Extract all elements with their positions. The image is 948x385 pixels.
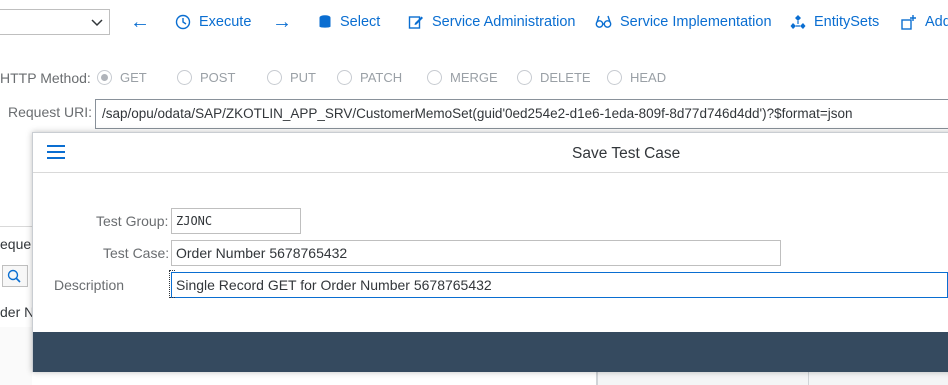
radio-put[interactable]: PUT bbox=[267, 70, 316, 85]
search-icon bbox=[7, 269, 21, 283]
chevron-down-icon[interactable] bbox=[89, 14, 105, 30]
http-method-label: HTTP Method: bbox=[0, 70, 91, 86]
add-button[interactable]: Add bbox=[901, 0, 948, 44]
description-label: Description bbox=[54, 277, 125, 293]
radio-get[interactable]: GET bbox=[97, 70, 147, 85]
entitysets-label: EntitySets bbox=[814, 14, 880, 30]
dialog-title: Save Test Case bbox=[572, 145, 681, 162]
radio-merge[interactable]: MERGE bbox=[427, 70, 498, 85]
radio-post[interactable]: POST bbox=[177, 70, 235, 85]
execute-label: Execute bbox=[199, 14, 252, 30]
toolbar: ← Execute → Select Service Administratio… bbox=[0, 0, 948, 44]
service-implementation-label: Service Implementation bbox=[620, 14, 772, 30]
radio-head[interactable]: HEAD bbox=[607, 70, 666, 85]
radio-selected-icon[interactable] bbox=[97, 70, 112, 85]
glasses-icon bbox=[595, 15, 612, 28]
radio-head-label: HEAD bbox=[630, 70, 667, 85]
radio-merge-label: MERGE bbox=[450, 70, 498, 85]
background-search-button[interactable] bbox=[2, 265, 28, 287]
radio-patch-label: PATCH bbox=[360, 70, 403, 85]
test-group-input[interactable]: ZJONC bbox=[171, 208, 301, 234]
background-divider bbox=[0, 226, 32, 227]
clock-icon bbox=[175, 14, 191, 30]
radio-icon[interactable] bbox=[177, 70, 192, 85]
service-administration-button[interactable]: Service Administration bbox=[408, 0, 575, 44]
dialog-header: Save Test Case bbox=[33, 133, 948, 173]
select-label: Select bbox=[340, 14, 381, 30]
radio-post-label: POST bbox=[200, 70, 236, 85]
radio-icon[interactable] bbox=[337, 70, 352, 85]
service-implementation-button[interactable]: Service Implementation bbox=[595, 0, 772, 44]
radio-delete[interactable]: DELETE bbox=[517, 70, 591, 85]
select-button[interactable]: Select bbox=[318, 0, 380, 44]
service-combobox[interactable] bbox=[0, 9, 110, 35]
radio-icon[interactable] bbox=[517, 70, 532, 85]
back-button[interactable]: ← bbox=[130, 0, 150, 44]
database-icon bbox=[319, 15, 331, 28]
forward-arrow-icon[interactable]: → bbox=[272, 11, 292, 34]
hierarchy-icon bbox=[790, 15, 806, 29]
focus-indicator bbox=[169, 270, 175, 298]
request-uri-label: Request URI: bbox=[8, 104, 93, 120]
test-group-label: Test Group: bbox=[96, 213, 169, 229]
background-column-separator bbox=[808, 370, 809, 385]
test-case-input[interactable]: Order Number 5678765432 bbox=[171, 240, 781, 266]
dialog-footer bbox=[33, 332, 948, 372]
entitysets-button[interactable]: EntitySets bbox=[790, 0, 879, 44]
forward-button[interactable]: → bbox=[272, 0, 292, 44]
back-arrow-icon[interactable]: ← bbox=[130, 11, 150, 34]
background-column-header: der N bbox=[0, 304, 35, 320]
radio-delete-label: DELETE bbox=[540, 70, 591, 85]
radio-patch[interactable]: PATCH bbox=[337, 70, 402, 85]
background-table-area bbox=[0, 327, 32, 385]
edit-icon bbox=[408, 16, 423, 29]
execute-button[interactable]: Execute bbox=[175, 0, 251, 44]
service-administration-label: Service Administration bbox=[432, 14, 576, 30]
test-case-label: Test Case: bbox=[103, 245, 170, 261]
request-uri-input[interactable]: /sap/opu/odata/SAP/ZKOTLIN_APP_SRV/Custo… bbox=[95, 99, 948, 129]
radio-icon[interactable] bbox=[607, 70, 622, 85]
menu-icon[interactable] bbox=[47, 145, 65, 161]
radio-put-label: PUT bbox=[290, 70, 316, 85]
description-input[interactable]: Single Record GET for Order Number 56787… bbox=[171, 272, 948, 298]
add-label: Add bbox=[925, 14, 948, 30]
add-icon bbox=[901, 15, 916, 30]
radio-get-label: GET bbox=[120, 70, 147, 85]
radio-icon[interactable] bbox=[267, 70, 282, 85]
radio-icon[interactable] bbox=[427, 70, 442, 85]
background-panel-title: eque bbox=[0, 236, 32, 252]
background-right-panel bbox=[596, 370, 948, 385]
